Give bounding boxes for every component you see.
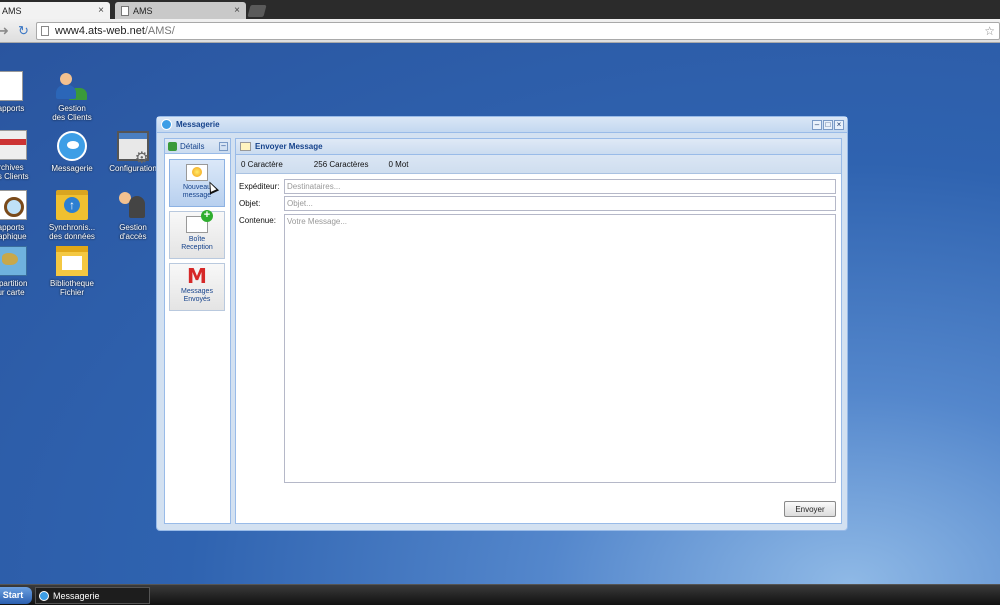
desktop-icon-synchronisation[interactable]: Synchronis... des données bbox=[41, 190, 103, 241]
desktop-icon-rapports[interactable]: apports bbox=[0, 71, 42, 113]
address-bar[interactable]: www4.ats-web.net/AMS/ ☆ bbox=[36, 22, 1000, 40]
bookmark-star-icon[interactable]: ☆ bbox=[984, 24, 995, 38]
remaining-chars: 256 Caractères bbox=[313, 159, 369, 169]
envoyer-message-panel: Envoyer Message 0 Caractère 256 Caractèr… bbox=[235, 138, 842, 524]
window-title: Messagerie bbox=[176, 120, 220, 129]
maximize-icon[interactable]: □ bbox=[823, 119, 833, 130]
magnifier-chart-icon bbox=[0, 190, 27, 220]
desktop-icon-bibliotheque[interactable]: Bibliotheque Fichier bbox=[41, 246, 103, 297]
counter-bar: 0 Caractère 256 Caractères 0 Mot bbox=[236, 155, 841, 174]
details-panel-header: Détails – bbox=[165, 139, 230, 154]
page-icon bbox=[121, 5, 129, 16]
start-button[interactable]: Start bbox=[0, 587, 32, 604]
sync-folder-icon bbox=[56, 190, 88, 220]
recipients-input[interactable] bbox=[284, 179, 836, 194]
send-message-icon bbox=[240, 142, 251, 151]
content-row: Contenue: bbox=[239, 214, 836, 483]
collapse-icon[interactable]: – bbox=[219, 141, 228, 151]
envoyer-message-header: Envoyer Message bbox=[236, 139, 841, 155]
tab-title: AMS bbox=[133, 5, 153, 16]
messagerie-window: Messagerie – □ × Détails – Nouveau messa… bbox=[156, 116, 848, 531]
desktop-icon-gestion-acces[interactable]: Gestion d'accès bbox=[102, 190, 164, 241]
taskbar: Start Messagerie bbox=[0, 584, 1000, 605]
close-icon[interactable]: × bbox=[834, 119, 844, 130]
char-count: 0 Caractère bbox=[241, 159, 283, 169]
nav-messages-envoyes[interactable]: M Messages Envoyés bbox=[169, 263, 225, 311]
content-label: Contenue: bbox=[239, 216, 276, 225]
message-textarea[interactable] bbox=[284, 214, 836, 483]
close-tab-icon[interactable]: × bbox=[98, 5, 104, 16]
desktop-icon-messagerie[interactable]: Messagerie bbox=[41, 131, 103, 173]
subject-label: Objet: bbox=[239, 199, 261, 208]
settings-window-icon bbox=[117, 131, 149, 163]
new-tab-button[interactable] bbox=[247, 5, 267, 17]
browser-tab-bar: AMS × AMS × bbox=[0, 0, 1000, 19]
browser-tab-ams-active[interactable]: AMS × bbox=[0, 2, 110, 19]
minimize-icon[interactable]: – bbox=[812, 119, 822, 130]
gmail-envelope-icon: M bbox=[187, 264, 207, 288]
details-panel: Détails – Nouveau message Boîte Receptio… bbox=[164, 138, 231, 524]
desktop-icon-archives-clients[interactable]: rchives es Clients bbox=[0, 130, 42, 181]
desktop-icon-repartition-carte[interactable]: épartition ur carte bbox=[0, 246, 42, 297]
user-access-icon bbox=[117, 190, 149, 220]
word-count: 0 Mot bbox=[388, 159, 409, 169]
desktop-icon-rapports-graphique[interactable]: apports raphique bbox=[0, 190, 42, 241]
browser-tab-ams[interactable]: AMS × bbox=[115, 2, 246, 19]
sender-row: Expéditeur: bbox=[239, 179, 836, 194]
subject-input[interactable] bbox=[284, 196, 836, 211]
url-host: www4.ats-web.net bbox=[55, 25, 145, 37]
nav-nouveau-message[interactable]: Nouveau message bbox=[169, 159, 225, 207]
chat-bubble-icon bbox=[57, 131, 87, 161]
nav-boite-reception[interactable]: Boîte Reception bbox=[169, 210, 225, 259]
chat-bubble-icon bbox=[39, 590, 49, 601]
library-folder-icon bbox=[56, 246, 88, 276]
window-title-bar[interactable]: Messagerie – □ × bbox=[157, 117, 847, 133]
taskbar-item-label: Messagerie bbox=[53, 590, 100, 601]
desktop-icon-gestion-clients[interactable]: Gestion des Clients bbox=[41, 71, 103, 122]
reload-icon[interactable]: ↻ bbox=[18, 23, 29, 39]
users-icon bbox=[56, 71, 88, 101]
archive-icon bbox=[0, 130, 27, 160]
forward-arrow-icon[interactable]: ➜ bbox=[0, 23, 9, 39]
details-icon bbox=[168, 141, 177, 151]
tab-title: AMS bbox=[2, 5, 22, 16]
desktop-icon-configuration[interactable]: Configuration bbox=[102, 131, 164, 173]
chat-bubble-icon bbox=[161, 119, 172, 130]
inbox-envelope-icon bbox=[186, 210, 213, 233]
taskbar-item-messagerie[interactable]: Messagerie bbox=[35, 587, 150, 604]
browser-toolbar: ➜ ↻ www4.ats-web.net/AMS/ ☆ bbox=[0, 19, 1000, 43]
subject-row: Objet: bbox=[239, 196, 836, 211]
panel-title: Envoyer Message bbox=[255, 142, 323, 151]
new-message-icon bbox=[186, 164, 208, 181]
sender-label: Expéditeur: bbox=[239, 182, 280, 191]
url-path: /AMS/ bbox=[144, 25, 175, 37]
page-icon bbox=[41, 26, 49, 36]
close-tab-icon[interactable]: × bbox=[234, 5, 240, 16]
world-map-icon bbox=[0, 246, 27, 276]
envoyer-button[interactable]: Envoyer bbox=[784, 501, 836, 517]
report-icon bbox=[0, 71, 23, 101]
details-title: Détails bbox=[180, 141, 205, 151]
